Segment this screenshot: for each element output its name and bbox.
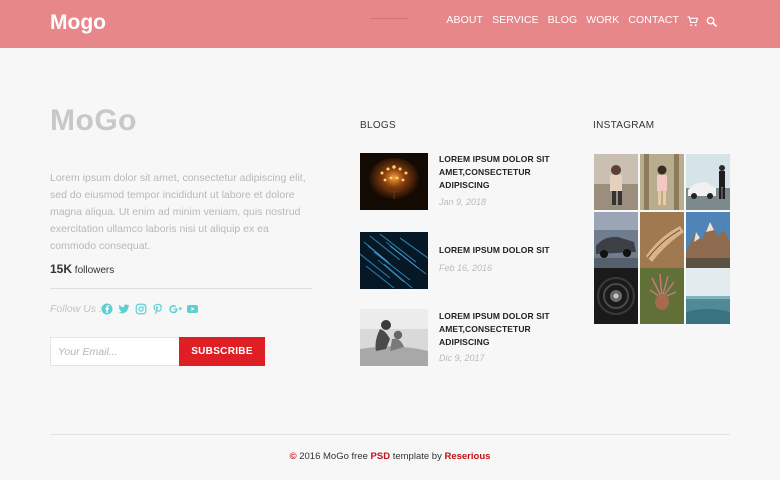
facebook-icon[interactable] [101, 302, 113, 315]
nav-blog[interactable]: BLOG [548, 13, 578, 27]
blog-item-date: Jan 9, 2018 [439, 197, 487, 207]
instagram-photo[interactable] [594, 212, 638, 268]
blog-item-date: Feb 16, 2016 [439, 263, 493, 273]
followers-number: 15K [50, 262, 73, 276]
blog-item-title[interactable]: LOREM IPSUM DOLOR SIT AMET,CONSECTETUR A… [439, 153, 564, 192]
pinterest-icon[interactable] [152, 302, 164, 315]
footer-psd-link[interactable]: PSD [371, 451, 391, 462]
about-title: MoGo [50, 104, 137, 137]
footer-divider [50, 434, 730, 435]
footer-text: template by [390, 451, 445, 462]
blogs-title: BLOGS [360, 120, 396, 131]
twitter-icon[interactable] [118, 302, 130, 315]
instagram-photo[interactable] [686, 268, 730, 324]
instagram-photo[interactable] [686, 154, 730, 210]
nav-service[interactable]: SERVICE [492, 13, 539, 27]
instagram-photo[interactable] [594, 154, 638, 210]
blog-item-title[interactable]: LOREM IPSUM DOLOR SIT [439, 244, 564, 257]
footer-author-link[interactable]: Reserious [444, 451, 490, 462]
email-field[interactable] [50, 337, 180, 366]
divider [50, 288, 312, 289]
instagram-photo[interactable] [640, 212, 684, 268]
google-plus-icon[interactable] [169, 302, 182, 315]
blog-item[interactable]: LOREM IPSUM DOLOR SIT AMET,CONSECTETUR A… [360, 153, 560, 211]
instagram-title: INSTAGRAM [593, 120, 655, 131]
cart-icon[interactable] [687, 14, 699, 28]
instagram-photo[interactable] [640, 268, 684, 324]
follow-us-label: Follow Us : [50, 303, 102, 315]
nav-contact[interactable]: CONTACT [628, 13, 679, 27]
blog-item-title[interactable]: LOREM IPSUM DOLOR SIT AMET,CONSECTETUR A… [439, 310, 564, 349]
copyright-symbol: © [289, 451, 297, 462]
search-icon[interactable] [706, 14, 718, 28]
blog-item-date: Dic 9, 2017 [439, 353, 485, 363]
header-divider [370, 18, 408, 19]
instagram-grid [594, 154, 730, 324]
footer: © 2016 MoGo free PSD template by Reserio… [0, 451, 780, 462]
logo[interactable]: Mogo [50, 11, 106, 35]
blog-item[interactable]: LOREM IPSUM DOLOR SIT Feb 16, 2016 [360, 232, 560, 290]
main-nav: ABOUT SERVICE BLOG WORK CONTACT [446, 13, 679, 27]
instagram-photo[interactable] [640, 154, 684, 210]
blog-image-streaks [360, 232, 428, 289]
instagram-icon[interactable] [135, 302, 147, 315]
blog-image-chandelier [360, 153, 428, 210]
blog-image-couple [360, 309, 428, 366]
footer-text: 2016 MoGo free [296, 451, 371, 462]
nav-work[interactable]: WORK [586, 13, 619, 27]
social-links [101, 302, 198, 315]
instagram-photo[interactable] [686, 212, 730, 268]
about-description: Lorem ipsum dolor sit amet, consectetur … [50, 172, 306, 252]
subscribe-button[interactable]: SUBSCRIBE [179, 337, 265, 366]
blog-item[interactable]: LOREM IPSUM DOLOR SIT AMET,CONSECTETUR A… [360, 309, 560, 367]
youtube-icon[interactable] [186, 302, 198, 315]
followers-label: followers [74, 265, 115, 276]
instagram-photo[interactable] [594, 268, 638, 324]
followers-count: 15K followers [50, 262, 114, 276]
nav-about[interactable]: ABOUT [446, 13, 483, 27]
